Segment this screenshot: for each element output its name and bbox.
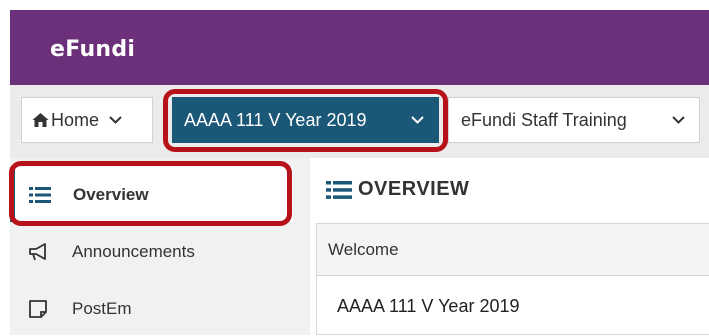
chevron-down-icon[interactable] [672,116,685,124]
site-header: eFundi [10,10,709,85]
tab-site-aaaa111[interactable]: AAAA 111 V Year 2019 [172,97,439,143]
tab-site-label: AAAA 111 V Year 2019 [184,109,367,130]
sidebar-item-announcements[interactable]: Announcements [10,224,293,279]
tab-home-label: Home [51,109,100,130]
sidebar-item-overview[interactable]: Overview [10,167,293,222]
tab-site-staff-training[interactable]: eFundi Staff Training [448,97,700,143]
chevron-down-icon[interactable] [411,116,424,124]
home-icon [32,112,49,128]
chevron-down-icon[interactable] [109,116,122,124]
sidebar-item-postem[interactable]: PostEm [10,281,293,336]
page-title-text: OVERVIEW [358,178,470,200]
tab-staff-label: eFundi Staff Training [461,109,627,130]
sidebar-item-label: Announcements [72,241,195,261]
efundi-logo[interactable]: eFundi [50,37,135,62]
tab-home[interactable]: Home [21,97,153,143]
sidebar-item-label: PostEm [72,298,132,318]
panel-title: Welcome [317,224,709,276]
sidebar-item-label: Overview [73,184,149,204]
megaphone-icon [28,242,58,261]
list-icon [326,180,352,200]
note-icon [28,299,58,319]
list-icon [29,186,59,204]
page-title: OVERVIEW [326,178,469,201]
welcome-panel: Welcome AAAA 111 V Year 2019 [316,223,709,335]
panel-text: AAAA 111 V Year 2019 [337,296,520,316]
